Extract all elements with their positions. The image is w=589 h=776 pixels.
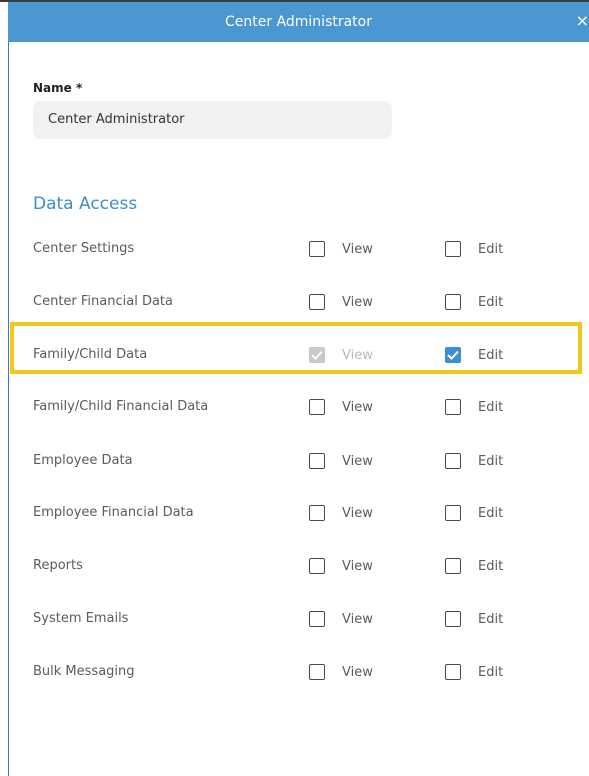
edit-checkbox[interactable]: Edit xyxy=(445,452,503,470)
edit-label: Edit xyxy=(478,453,504,469)
edit-label: Edit xyxy=(478,399,504,415)
name-label: Name * xyxy=(33,81,83,95)
permission-row-bulk-messaging: Bulk Messaging View Edit xyxy=(9,652,589,692)
checkbox-icon[interactable] xyxy=(309,399,325,415)
view-checkbox[interactable]: View xyxy=(309,663,373,681)
permission-label: Bulk Messaging xyxy=(33,664,135,679)
checkbox-icon[interactable] xyxy=(309,664,325,680)
permission-label: Family/Child Data xyxy=(33,347,148,362)
checkbox-icon[interactable] xyxy=(309,453,325,469)
data-access-heading: Data Access xyxy=(33,194,138,214)
view-label: View xyxy=(342,664,373,680)
edit-label: Edit xyxy=(478,664,504,680)
permission-label: Center Settings xyxy=(33,241,135,256)
edit-label: Edit xyxy=(478,558,504,574)
checkbox-icon[interactable] xyxy=(309,241,325,257)
edit-checkbox[interactable]: Edit xyxy=(445,398,503,416)
permission-row-employee-data: Employee Data View Edit xyxy=(9,441,589,481)
view-label: View xyxy=(342,505,373,521)
checkbox-icon[interactable] xyxy=(445,611,461,627)
edit-checkbox[interactable]: Edit xyxy=(445,346,503,364)
permission-label: Center Financial Data xyxy=(33,294,173,309)
checkbox-icon[interactable] xyxy=(309,558,325,574)
view-checkbox[interactable]: View xyxy=(309,504,373,522)
permission-row-reports: Reports View Edit xyxy=(9,546,589,586)
edit-label: Edit xyxy=(478,294,504,310)
view-checkbox[interactable]: View xyxy=(309,398,373,416)
permission-row-family-child-financial-data: Family/Child Financial Data View Edit xyxy=(9,387,589,427)
permission-label: Employee Financial Data xyxy=(33,505,194,520)
view-label: View xyxy=(342,241,373,257)
edit-label: Edit xyxy=(478,611,504,627)
checkbox-icon[interactable] xyxy=(445,241,461,257)
checkbox-icon[interactable] xyxy=(309,611,325,627)
permission-row-employee-financial-data: Employee Financial Data View Edit xyxy=(9,493,589,533)
edit-label: Edit xyxy=(478,505,504,521)
view-label: View xyxy=(342,558,373,574)
permission-label: System Emails xyxy=(33,611,129,626)
edit-checkbox[interactable]: Edit xyxy=(445,610,503,628)
dialog-title: Center Administrator xyxy=(224,14,372,30)
checkbox-checked-icon[interactable] xyxy=(445,347,461,363)
view-label: View xyxy=(342,294,373,310)
name-input[interactable]: Center Administrator xyxy=(33,101,392,139)
view-checkbox: View xyxy=(309,346,373,364)
permission-row-system-emails: System Emails View Edit xyxy=(9,599,589,639)
view-checkbox[interactable]: View xyxy=(309,240,373,258)
view-label: View xyxy=(342,347,373,363)
view-label: View xyxy=(342,399,373,415)
permission-row-family-child-data: Family/Child Data View Edit xyxy=(9,335,589,375)
checkbox-icon[interactable] xyxy=(445,399,461,415)
permission-label: Family/Child Financial Data xyxy=(33,399,209,414)
dialog-header: Center Administrator × xyxy=(8,2,589,42)
view-checkbox[interactable]: View xyxy=(309,452,373,470)
checkbox-icon[interactable] xyxy=(309,294,325,310)
checkbox-icon[interactable] xyxy=(445,558,461,574)
checkbox-icon[interactable] xyxy=(445,505,461,521)
view-label: View xyxy=(342,611,373,627)
permission-row-center-settings: Center Settings View Edit xyxy=(9,229,589,269)
close-icon[interactable]: × xyxy=(576,12,589,30)
checkbox-icon[interactable] xyxy=(445,664,461,680)
checkbox-checked-disabled-icon xyxy=(309,347,325,363)
permission-label: Employee Data xyxy=(33,453,133,468)
permission-row-center-financial-data: Center Financial Data View Edit xyxy=(9,282,589,322)
edit-checkbox[interactable]: Edit xyxy=(445,504,503,522)
view-checkbox[interactable]: View xyxy=(309,610,373,628)
edit-checkbox[interactable]: Edit xyxy=(445,240,503,258)
view-label: View xyxy=(342,453,373,469)
edit-label: Edit xyxy=(478,347,504,363)
edit-checkbox[interactable]: Edit xyxy=(445,293,503,311)
view-checkbox[interactable]: View xyxy=(309,557,373,575)
permission-label: Reports xyxy=(33,558,83,573)
edit-checkbox[interactable]: Edit xyxy=(445,557,503,575)
checkbox-icon[interactable] xyxy=(445,453,461,469)
edit-checkbox[interactable]: Edit xyxy=(445,663,503,681)
checkbox-icon[interactable] xyxy=(309,505,325,521)
checkbox-icon[interactable] xyxy=(445,294,461,310)
edit-label: Edit xyxy=(478,241,504,257)
view-checkbox[interactable]: View xyxy=(309,293,373,311)
